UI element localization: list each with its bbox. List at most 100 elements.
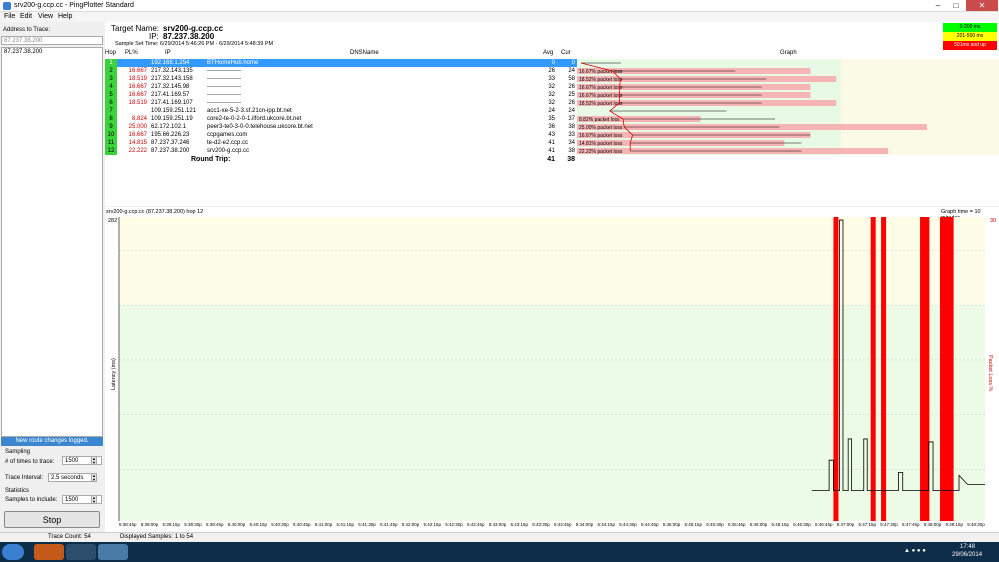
col-pl[interactable]: PL% <box>125 50 138 56</box>
left-pane: Address to Trace: 87.237.38.200 87.237.3… <box>0 22 104 532</box>
hop-number: 2 <box>105 67 117 75</box>
route-changes-banner[interactable]: New route changes logged. <box>1 437 103 446</box>
close-button[interactable]: ✕ <box>966 0 998 11</box>
clock-date[interactable]: 29/06/2014 <box>952 552 982 558</box>
timeout-bar <box>948 217 954 521</box>
latency-legend: 0-200 ms 201-500 ms 501ms and up <box>943 23 997 50</box>
timeout-bar <box>939 217 945 521</box>
menu-file[interactable]: File <box>4 13 15 20</box>
hop-cur: 26 <box>568 84 575 90</box>
hop-avg: 24 <box>548 108 555 114</box>
round-trip-cur: 38 <box>567 156 575 163</box>
menu-help[interactable]: Help <box>58 13 72 20</box>
time-tick: 5:45:00p <box>662 522 681 527</box>
round-trip-avg: 41 <box>547 156 555 163</box>
time-tick: 5:39:00p <box>140 522 159 527</box>
time-tick: 5:40:00p <box>227 522 246 527</box>
firefox-icon[interactable] <box>34 544 64 560</box>
hop-cur: 33 <box>568 132 575 138</box>
hop-number: 10 <box>105 131 117 139</box>
time-tick: 5:47:45p <box>902 522 920 527</box>
time-tick: 5:42:00p <box>401 522 420 527</box>
time-tick: 5:39:45p <box>206 522 224 527</box>
menu-edit[interactable]: Edit <box>20 13 32 20</box>
col-cur[interactable]: Cur <box>561 50 571 56</box>
hop-cur: 38 <box>568 124 575 130</box>
hop-ip: 217.32.143.158 <box>151 76 193 82</box>
hop-ip: 217.32.143.135 <box>151 68 193 74</box>
time-tick: 5:40:15p <box>249 522 268 527</box>
hop-ip: 62.172.102.1 <box>151 124 187 130</box>
timeline-yellow-zone <box>119 217 985 306</box>
displayed-samples: Displayed Samples: 1 to 54 <box>120 534 194 540</box>
hop-dns: te-d2-e2.ccp.cc <box>207 140 249 146</box>
trace-history-list[interactable]: 87.237.38.200 <box>1 47 103 437</box>
maximize-button[interactable]: □ <box>948 0 964 11</box>
clock-time[interactable]: 17:48 <box>960 544 975 550</box>
hop-number: 6 <box>105 99 117 107</box>
hop-ip: 217.41.169.57 <box>151 92 190 98</box>
time-tick: 5:45:30p <box>706 522 724 527</box>
pingplotter-taskbar-icon[interactable] <box>98 544 128 560</box>
col-dns[interactable]: DNSName <box>350 50 379 56</box>
legend-red: 501ms and up <box>943 41 997 50</box>
time-tick: 5:44:45p <box>641 522 659 527</box>
menu-bar: File Edit View Help <box>0 12 999 22</box>
packet-loss-label: 22.22% packet loss <box>579 149 623 155</box>
hop-dns: ----------------- <box>207 84 241 90</box>
hop-cur: 37 <box>568 116 575 122</box>
col-avg[interactable]: Avg <box>543 50 553 56</box>
hop-avg: 0 <box>551 60 555 66</box>
hop-avg: 35 <box>548 116 555 122</box>
stop-button[interactable]: Stop <box>4 511 100 528</box>
hop-dns: BTHomeHub.home <box>207 60 259 66</box>
tray-icons[interactable]: ▲ ● ● ● <box>904 548 926 554</box>
minimize-button[interactable]: – <box>930 0 946 11</box>
hop-dns: ccpgames.com <box>207 132 248 138</box>
hop-dns: acc1-xe-5-2-3.sf.21cn-ipp.bt.net <box>207 108 292 114</box>
eve-launcher-icon[interactable] <box>66 544 96 560</box>
time-tick: 5:40:30p <box>271 522 289 527</box>
hop-number: 11 <box>105 139 117 147</box>
menu-view[interactable]: View <box>38 13 53 20</box>
time-tick: 5:43:15p <box>510 522 529 527</box>
time-tick: 5:44:30p <box>619 522 637 527</box>
packet-loss-label: 16.67% packet loss <box>579 133 623 139</box>
hop-cur: 24 <box>568 68 575 74</box>
history-item[interactable]: 87.237.38.200 <box>2 48 102 56</box>
target-ip: 87.237.38.200 <box>163 32 215 41</box>
time-tick: 5:41:30p <box>358 522 376 527</box>
hop-dns: ----------------- <box>207 100 241 106</box>
hop-avg: 32 <box>548 92 555 98</box>
hop-avg: 41 <box>548 148 555 154</box>
window-title: srv200-g.ccp.cc - PingPlotter Standard <box>14 2 134 9</box>
hop-dns: ----------------- <box>207 68 241 74</box>
address-label: Address to Trace: <box>3 27 51 33</box>
taskbar: ▲ ● ● ● 17:48 29/06/2014 <box>0 542 999 562</box>
time-tick: 5:41:45p <box>380 522 398 527</box>
interval-input[interactable]: 2.5 seconds <box>48 473 94 482</box>
time-tick: 5:41:00p <box>314 522 333 527</box>
time-tick: 5:44:00p <box>575 522 594 527</box>
interval-stepper[interactable]: ▲ ▼ <box>91 473 97 482</box>
col-ip[interactable]: IP <box>165 50 171 56</box>
col-graph[interactable]: Graph <box>780 50 797 56</box>
hop-avg: 43 <box>548 132 555 138</box>
packet-loss-pct: 16.667 <box>128 132 147 138</box>
packet-loss-pct: 16.667 <box>128 92 147 98</box>
packet-loss-pct: 16.667 <box>128 68 147 74</box>
hop-number: 1 <box>105 59 117 67</box>
y-max-label: 282 <box>108 218 117 224</box>
start-button-icon[interactable] <box>2 544 24 560</box>
packet-loss-pct: 8.824 <box>131 116 147 122</box>
packet-loss-pct: 16.667 <box>128 84 147 90</box>
address-input[interactable]: 87.237.38.200 <box>1 36 103 45</box>
hop-number: 7 <box>105 107 117 115</box>
hop-number: 4 <box>105 83 117 91</box>
samples-stepper[interactable]: ▲ ▼ <box>91 495 97 504</box>
time-axis: 5:38:45p 5:39:00p 5:39:15p 5:39:30p 5:39:45p… <box>119 522 989 530</box>
sampling-label: Sampling <box>5 449 31 455</box>
packet-loss-pct: 18.519 <box>128 100 147 106</box>
col-hop[interactable]: Hop <box>105 50 116 56</box>
times-stepper[interactable]: ▲ ▼ <box>91 456 97 465</box>
